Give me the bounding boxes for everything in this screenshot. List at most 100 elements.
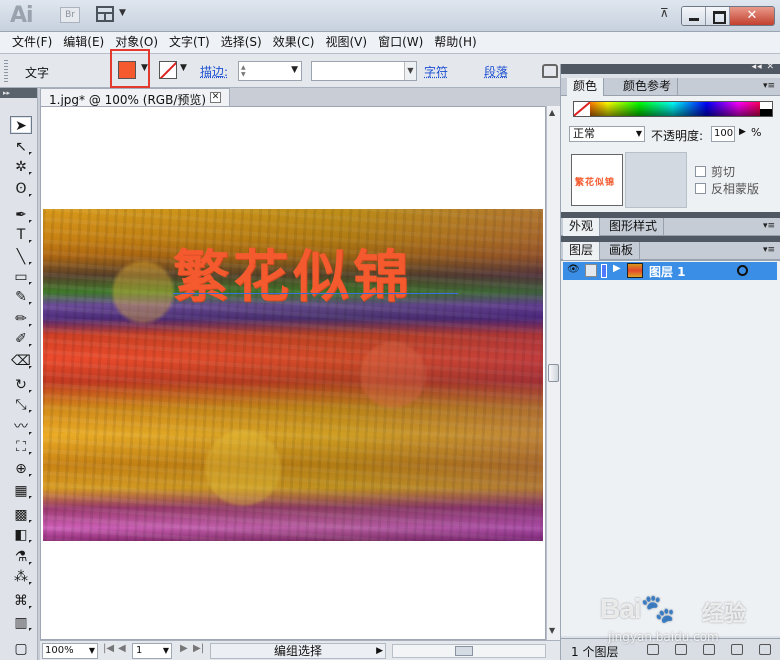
first-artboard-icon[interactable]: |◀: [103, 643, 114, 654]
eraser-tool-icon[interactable]: ⌫: [10, 352, 32, 370]
pen-tool-icon[interactable]: ✒: [10, 206, 32, 224]
vertical-scrollbar[interactable]: ▲ ▼: [546, 106, 560, 640]
panel-strip[interactable]: ◂◂ ✕: [561, 62, 780, 74]
scroll-down-icon[interactable]: ▼: [549, 626, 555, 635]
rectangle-tool-icon[interactable]: ▭: [10, 268, 32, 286]
tab-color-guide[interactable]: 颜色参考: [617, 78, 679, 96]
blob-brush-tool-icon[interactable]: ✐: [10, 330, 32, 348]
rotate-tool-icon[interactable]: ↻: [10, 376, 32, 394]
restore-panel-icon[interactable]: ⊼: [660, 6, 669, 20]
type-tool-icon[interactable]: T: [10, 226, 32, 244]
free-transform-tool-icon[interactable]: ⛶: [10, 438, 32, 456]
eyedropper-tool-icon[interactable]: ⚗: [10, 548, 32, 566]
arrange-documents-button[interactable]: ▼: [96, 6, 130, 24]
last-artboard-icon[interactable]: ▶|: [193, 643, 204, 654]
black-white-swatch[interactable]: [760, 102, 772, 116]
scroll-thumb[interactable]: [455, 646, 473, 656]
none-swatch[interactable]: [574, 102, 590, 116]
object-thumbnail[interactable]: 繁花似锦: [571, 154, 623, 206]
scroll-thumb[interactable]: [548, 364, 559, 382]
grip-handle[interactable]: [4, 60, 8, 82]
chevron-down-icon[interactable]: ▼: [291, 65, 298, 75]
locate-object-icon[interactable]: [647, 644, 659, 655]
tab-layers[interactable]: 图层: [563, 242, 601, 260]
blend-mode-select[interactable]: 正常 ▼: [569, 126, 645, 142]
panel-menu-icon[interactable]: ▾≡: [763, 245, 775, 255]
gradient-tool-icon[interactable]: ◧: [10, 526, 32, 544]
panel-menu-icon[interactable]: ▾≡: [763, 81, 775, 91]
tab-appearance[interactable]: 外观: [563, 218, 601, 236]
line-tool-icon[interactable]: ╲: [10, 248, 32, 266]
artboard-select[interactable]: 1 ▼: [132, 643, 172, 659]
document-tab[interactable]: 1.jpg* @ 100% (RGB/预览) ✕: [40, 88, 230, 107]
magic-wand-tool-icon[interactable]: ✲: [10, 158, 32, 176]
layer-row[interactable]: 👁 ▶ 图层 1: [563, 262, 777, 280]
trash-icon[interactable]: [759, 644, 771, 655]
menu-type[interactable]: 文字(T): [165, 32, 214, 53]
color-spectrum[interactable]: [573, 101, 773, 117]
stroke-label-link[interactable]: 描边:: [200, 63, 228, 80]
perspective-grid-tool-icon[interactable]: ▦: [10, 482, 32, 500]
artboard-tool-icon[interactable]: ▢: [10, 640, 32, 658]
paintbrush-tool-icon[interactable]: ✎: [10, 288, 32, 306]
bridge-button[interactable]: Br: [60, 7, 80, 23]
expand-triangle-icon[interactable]: ▶: [613, 263, 621, 274]
artboard-canvas[interactable]: 繁花似锦: [40, 106, 546, 640]
menu-view[interactable]: 视图(V): [321, 32, 371, 53]
opacity-mask-area[interactable]: [625, 152, 687, 208]
lock-toggle[interactable]: [585, 264, 597, 277]
stroke-dropdown-icon[interactable]: ▼: [180, 63, 187, 73]
shape-builder-tool-icon[interactable]: ⊕: [10, 460, 32, 478]
new-layer-icon[interactable]: [731, 644, 743, 655]
fill-dropdown-icon[interactable]: ▼: [141, 63, 148, 73]
paragraph-link[interactable]: 段落: [484, 63, 508, 80]
style-dropdown[interactable]: ▼: [311, 61, 417, 81]
next-artboard-icon[interactable]: ▶: [180, 643, 188, 654]
tab-artboards[interactable]: 画板: [603, 242, 641, 260]
panel-menu-icon[interactable]: ▾≡: [763, 221, 775, 231]
align-icon[interactable]: [542, 64, 558, 78]
tools-panel-header[interactable]: ▸▸: [0, 88, 37, 98]
visibility-eye-icon[interactable]: 👁: [567, 265, 580, 275]
scroll-up-icon[interactable]: ▲: [549, 108, 555, 117]
layer-name[interactable]: 图层 1: [649, 263, 686, 280]
prev-artboard-icon[interactable]: ◀: [118, 643, 126, 654]
collapse-icon[interactable]: ◂◂ ✕: [752, 62, 775, 72]
minimize-button[interactable]: [682, 7, 706, 25]
scale-tool-icon[interactable]: ⤡: [10, 396, 32, 414]
menu-edit[interactable]: 编辑(E): [59, 32, 108, 53]
mesh-tool-icon[interactable]: ▩: [10, 506, 32, 524]
target-circle-icon[interactable]: [737, 265, 748, 276]
invert-mask-checkbox[interactable]: [695, 183, 706, 194]
close-tab-icon[interactable]: ✕: [210, 92, 221, 103]
menu-help[interactable]: 帮助(H): [430, 32, 480, 53]
warp-tool-icon[interactable]: 〰: [10, 418, 32, 436]
tab-color[interactable]: 颜色: [567, 78, 605, 96]
pencil-tool-icon[interactable]: ✏: [10, 310, 32, 328]
menu-file[interactable]: 文件(F): [8, 32, 56, 53]
opacity-dropdown-icon[interactable]: ▶: [739, 127, 746, 137]
lasso-tool-icon[interactable]: ʘ: [10, 180, 32, 198]
chevron-down-icon[interactable]: ▼: [404, 62, 416, 80]
blend-tool-icon[interactable]: ⁂: [10, 568, 32, 586]
fill-color-swatch[interactable]: [118, 61, 136, 79]
close-button[interactable]: ✕: [730, 7, 774, 25]
menu-object[interactable]: 对象(O): [111, 32, 162, 53]
selection-indicator[interactable]: [755, 262, 773, 280]
stroke-color-swatch[interactable]: [159, 61, 177, 79]
column-graph-tool-icon[interactable]: ▥: [10, 614, 32, 632]
selection-tool-icon[interactable]: ➤: [10, 116, 32, 134]
make-clipping-mask-icon[interactable]: [675, 644, 687, 655]
menu-window[interactable]: 窗口(W): [374, 32, 427, 53]
stroke-weight-field[interactable]: ▲ ▼ ▼: [238, 61, 302, 81]
menu-effect[interactable]: 效果(C): [269, 32, 319, 53]
direct-selection-tool-icon[interactable]: ↖: [10, 138, 32, 156]
opacity-input[interactable]: 100: [711, 126, 735, 142]
menu-select[interactable]: 选择(S): [217, 32, 266, 53]
zoom-select[interactable]: 100% ▼: [42, 643, 98, 659]
maximize-button[interactable]: [706, 7, 730, 25]
horizontal-scrollbar[interactable]: [392, 644, 546, 658]
artwork-text[interactable]: 繁花似锦: [173, 232, 413, 313]
spinner-icon[interactable]: ▲ ▼: [241, 64, 253, 78]
status-display[interactable]: 编组选择 ▶: [210, 643, 386, 659]
